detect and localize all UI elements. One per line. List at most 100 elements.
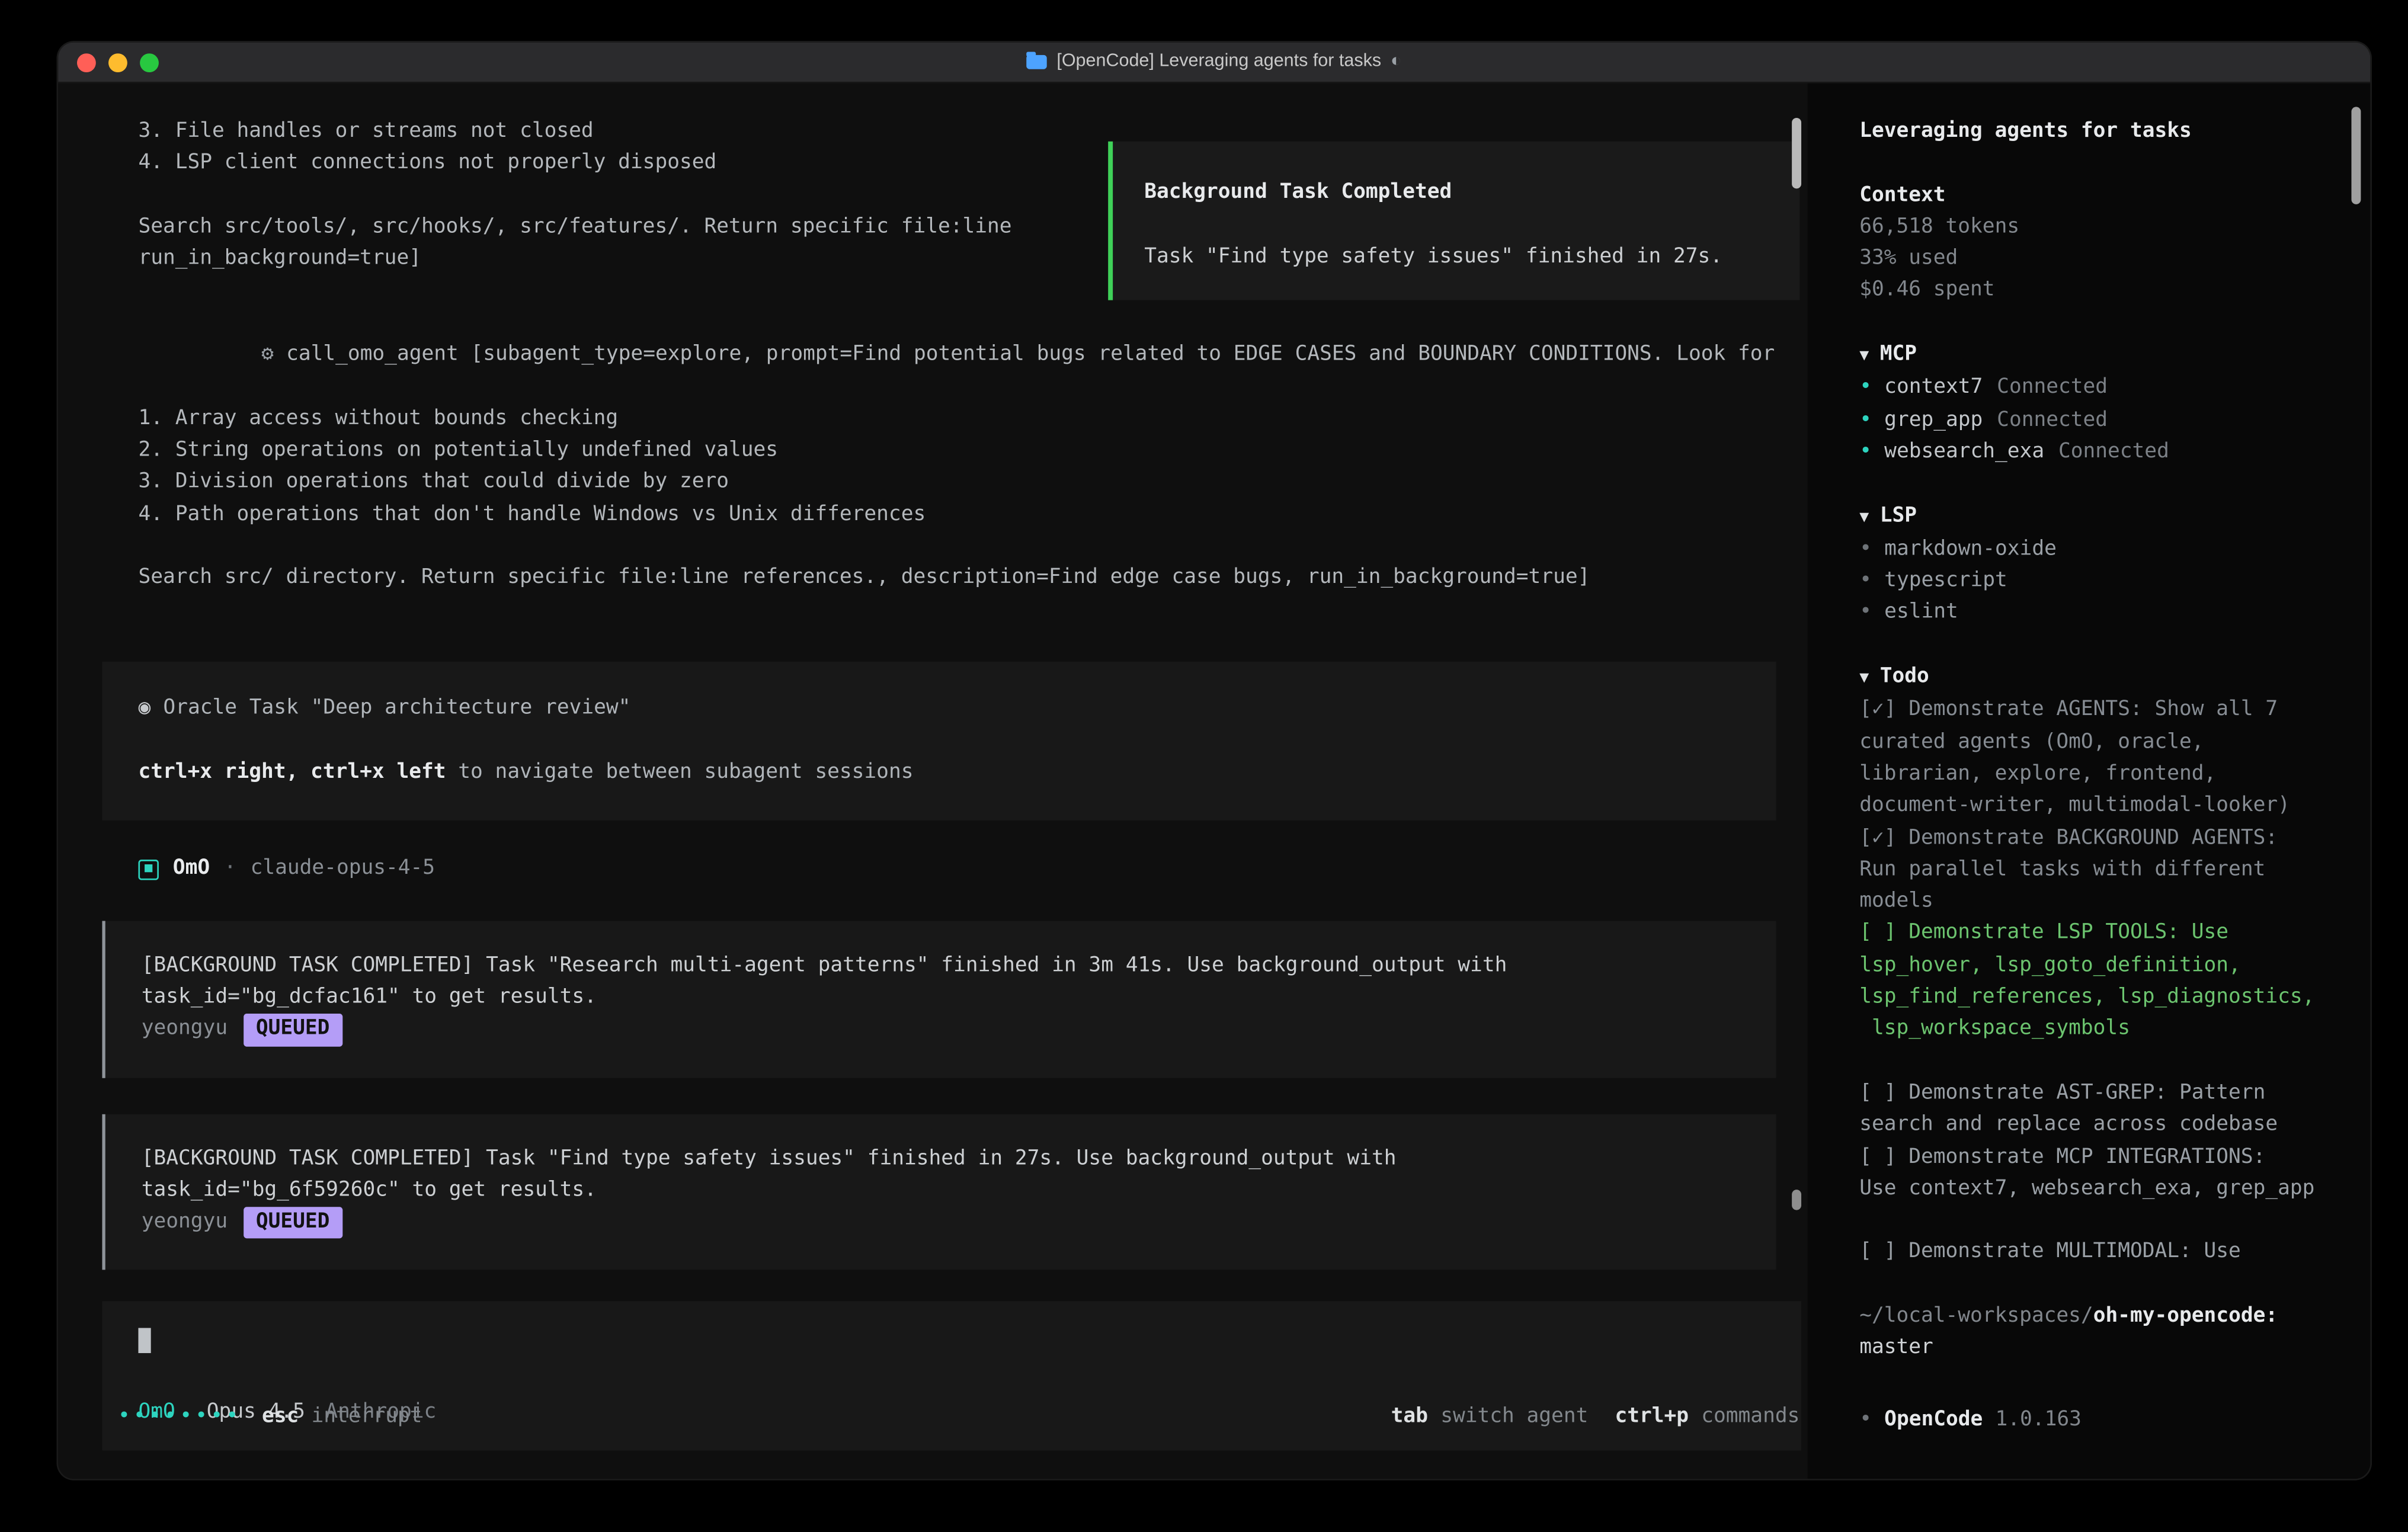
status-left: •••••••• esc interrupt bbox=[118, 1401, 422, 1433]
message-meta: yeongyuQUEUED bbox=[142, 1014, 1740, 1046]
message-card: [BACKGROUND TASK COMPLETED] Task "Find t… bbox=[102, 1114, 1776, 1271]
message-text-line1: [BACKGROUND TASK COMPLETED] Task "Find t… bbox=[142, 1143, 1740, 1175]
nav-keys-description: to navigate between subagent sessions bbox=[446, 761, 914, 784]
terminal-line: 4. Path operations that don't handle Win… bbox=[138, 499, 1807, 531]
oracle-task-panel: ◉Oracle Task "Deep architecture review" … bbox=[102, 662, 1776, 821]
nav-keys: ctrl+x right, ctrl+x left bbox=[138, 761, 446, 784]
status-right: tabswitch agent ctrl+pcommands bbox=[1391, 1401, 1800, 1433]
oracle-task-icon: ◉ bbox=[138, 697, 150, 720]
message-text-line2: task_id="bg_dcfac161" to get results. bbox=[142, 982, 1740, 1014]
status-badge: QUEUED bbox=[244, 1207, 342, 1239]
todo-item: [✓] Demonstrate AGENTS: Show all 7 curat… bbox=[1859, 695, 2358, 822]
folder-icon bbox=[1027, 55, 1047, 69]
terminal-line: 2. String operations on potentially unde… bbox=[138, 435, 1807, 467]
esc-label: interrupt bbox=[312, 1405, 422, 1428]
oracle-task-title-line: ◉ Oracle Task "Deep architecture review" bbox=[138, 694, 1740, 726]
mcp-item: • context7 Connected bbox=[1859, 373, 2358, 405]
tab-key: tab bbox=[1391, 1405, 1428, 1428]
terminal-line: Search src/ directory. Return specific f… bbox=[138, 563, 1807, 595]
context-section: Context 66,518 tokens 33% used $0.46 spe… bbox=[1859, 180, 2358, 307]
context-used: 33% used bbox=[1859, 244, 2358, 276]
context-tokens: 66,518 tokens bbox=[1859, 212, 2358, 244]
bullet-icon: • bbox=[1859, 1408, 1872, 1431]
message-author: yeongyu bbox=[142, 1210, 228, 1234]
lsp-heading-label: LSP bbox=[1880, 504, 1917, 527]
lsp-name: typescript bbox=[1884, 569, 2007, 593]
app-version: 1.0.163 bbox=[1996, 1408, 2082, 1431]
context-spent: $0.46 spent bbox=[1859, 276, 2358, 308]
lsp-heading[interactable]: ▼LSP bbox=[1859, 501, 2358, 534]
mcp-status: Connected bbox=[1997, 408, 2108, 432]
navigation-hint: ctrl+x right, ctrl+x left to navigate be… bbox=[138, 758, 1740, 790]
todo-heading[interactable]: ▼Todo bbox=[1859, 662, 2358, 695]
lsp-name: eslint bbox=[1884, 601, 1958, 625]
session-title: Leveraging agents for tasks bbox=[1859, 116, 2358, 148]
message-scrollbar-thumb[interactable] bbox=[1792, 1190, 1801, 1210]
switch-agent-hint: tabswitch agent bbox=[1391, 1401, 1589, 1433]
mcp-item: •grep_appConnected bbox=[1859, 405, 2358, 437]
commands-hint: ctrl+pcommands bbox=[1615, 1401, 1799, 1433]
tool-call-line: ⚙call_omo_agent [subagent_type=explore, … bbox=[138, 307, 1807, 403]
workspace-branch: master bbox=[1859, 1333, 2358, 1365]
screen: [OpenCode] Leveraging agents for tasks ◐… bbox=[0, 0, 2408, 1532]
mcp-name: context7 bbox=[1884, 376, 1983, 400]
bullet-icon: • bbox=[1859, 408, 1872, 432]
notification-body: Task "Find type safety issues" finished … bbox=[1144, 241, 1768, 273]
message-meta: yeongyu QUEUED bbox=[142, 1207, 1740, 1239]
todo-section: ▼Todo [✓] Demonstrate AGENTS: Show all 7… bbox=[1859, 662, 2358, 1270]
terminal-line: 3. Division operations that could divide… bbox=[138, 467, 1807, 499]
workspace-repo: oh-my-opencode: bbox=[2093, 1305, 2278, 1328]
workspace-path: ~/local-workspaces/oh-my-opencode: bbox=[1859, 1301, 2358, 1333]
sidebar-scrollbar-thumb[interactable] bbox=[2351, 107, 2361, 204]
message-text-line1: [BACKGROUND TASK COMPLETED] Task "Resear… bbox=[142, 950, 1740, 982]
message-text-line2: task_id="bg_6f59260c" to get results. bbox=[142, 1175, 1740, 1207]
window-title-text: [OpenCode] Leveraging agents for tasks bbox=[1056, 46, 1381, 78]
mcp-heading-label: MCP bbox=[1880, 343, 1917, 367]
bullet-icon: • bbox=[1859, 440, 1872, 464]
window-title: [OpenCode] Leveraging agents for tasks ◐ bbox=[58, 43, 2370, 82]
lsp-section: ▼LSP •markdown-oxide •typescript •eslint bbox=[1859, 501, 2358, 630]
notification-title: Background Task Completed bbox=[1144, 178, 1768, 210]
agent-icon bbox=[138, 860, 158, 880]
todo-heading-label: Todo bbox=[1880, 665, 1929, 688]
app-name: OpenCode bbox=[1884, 1408, 1983, 1431]
session-title-section: Leveraging agents for tasks bbox=[1859, 116, 2358, 148]
progress-moon-icon: ◐ bbox=[1391, 46, 1401, 78]
mcp-name: websearch_exa bbox=[1884, 440, 2044, 464]
todo-item-active: [ ] Demonstrate LSP TOOLS: Use lsp_hover… bbox=[1859, 918, 2358, 1046]
mcp-status: Connected bbox=[1997, 376, 2108, 400]
mcp-section: ▼ MCP • context7 Connected •grep_appConnect… bbox=[1859, 339, 2358, 469]
background-task-notification: Background Task Completed Task "Find typ… bbox=[1108, 142, 1799, 300]
spinner-dots-icon: •••••••• bbox=[118, 1401, 242, 1433]
oracle-task-title: Oracle Task "Deep architecture review" bbox=[163, 697, 630, 720]
bullet-icon: • bbox=[1859, 569, 1872, 593]
esc-key: esc bbox=[262, 1405, 299, 1428]
sidebar: Leveraging agents for tasks Context 66,5… bbox=[1808, 84, 2371, 1479]
todo-item: [ ] Demonstrate AST-GREP: Pattern search… bbox=[1859, 1078, 2358, 1142]
opencode-version-line: • OpenCode 1.0.163 bbox=[1859, 1404, 2358, 1436]
terminal-line: 1. Array access without bounds checking bbox=[138, 403, 1807, 435]
terminal-output-middle: 1. Array access without bounds checking2… bbox=[138, 403, 1807, 595]
bullet-icon: • bbox=[1859, 376, 1872, 400]
ctrl-p-key: ctrl+p bbox=[1615, 1405, 1689, 1428]
terminal-line bbox=[138, 531, 1807, 563]
mcp-item: •websearch_exaConnected bbox=[1859, 437, 2358, 469]
workspace-path-prefix: ~/local-workspaces/ bbox=[1859, 1305, 2093, 1328]
message-card: [BACKGROUND TASK COMPLETED] Task "Resear… bbox=[102, 921, 1776, 1078]
bullet-icon: • bbox=[1859, 601, 1872, 625]
mcp-heading[interactable]: ▼ MCP bbox=[1859, 339, 2358, 373]
collapse-arrow-icon: ▼ bbox=[1859, 347, 1869, 364]
chat-pane: 3. File handles or streams not closed4. … bbox=[58, 84, 1807, 1479]
status-badge: QUEUED bbox=[244, 1014, 342, 1046]
model-name: claude-opus-4-5 bbox=[251, 854, 435, 886]
todo-item: [✓] Demonstrate BACKGROUND AGENTS: Run p… bbox=[1859, 823, 2358, 919]
tool-call-text: call_omo_agent [subagent_type=explore, p… bbox=[286, 343, 1775, 367]
main-scrollbar-thumb[interactable] bbox=[1792, 118, 1801, 188]
context-heading: Context bbox=[1859, 180, 2358, 212]
titlebar: [OpenCode] Leveraging agents for tasks ◐ bbox=[58, 43, 2370, 84]
todo-item: [ ] Demonstrate MULTIMODAL: Use bbox=[1859, 1238, 2358, 1270]
interrupt-hint: esc interrupt bbox=[262, 1401, 422, 1433]
bullet-icon: • bbox=[1859, 537, 1872, 561]
agent-session-header: OmO · claude-opus-4-5 bbox=[138, 854, 1807, 886]
workspace-section: ~/local-workspaces/oh-my-opencode: maste… bbox=[1859, 1301, 2358, 1365]
